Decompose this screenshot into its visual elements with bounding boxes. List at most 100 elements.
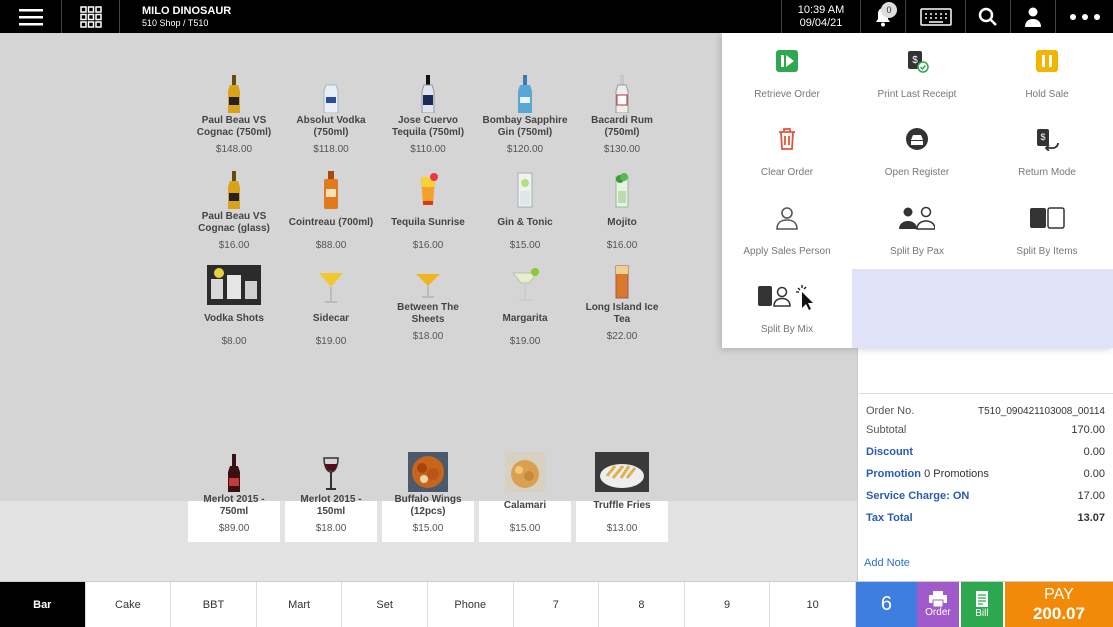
- cognac-bottle-icon: [228, 171, 240, 209]
- keyboard-icon: [919, 7, 952, 26]
- tax-total-row: Tax Total 13.07: [866, 512, 1105, 524]
- product-tile[interactable]: Merlot 2015 - 750ml $89.00: [188, 450, 280, 534]
- add-note-link[interactable]: Add Note: [864, 557, 910, 569]
- keyboard-button[interactable]: [906, 0, 966, 33]
- discount-row[interactable]: Discount 0.00: [858, 441, 1113, 463]
- printer-icon: [928, 591, 947, 607]
- bottom-bar: Bar Cake BBT Mart Set Phone 7 8 9 10 6 O…: [0, 581, 1113, 627]
- product-tile[interactable]: Mojito $16.00: [576, 167, 668, 251]
- more-actions-menu: Retrieve Order $ Print Last Receipt Hold…: [722, 33, 1113, 348]
- martini-icon: [416, 274, 440, 298]
- order-button[interactable]: Order: [916, 582, 959, 627]
- product-tile[interactable]: Truffle Fries $13.00: [576, 450, 668, 534]
- apps-grid-button[interactable]: [62, 0, 120, 33]
- service-charge-row[interactable]: Service Charge: ON 17.00: [858, 485, 1113, 507]
- split-mix-icon: [758, 285, 813, 310]
- retrieve-order-icon: [776, 50, 798, 72]
- quantity-button[interactable]: 6: [855, 582, 917, 627]
- date-text: 09/04/21: [799, 16, 843, 29]
- user-name: MILO DINOSAUR: [142, 5, 232, 17]
- subtotal-row: Subtotal 170.00: [866, 424, 1105, 436]
- wine-glass-icon: [323, 457, 339, 490]
- order-items-list[interactable]: [858, 348, 1113, 394]
- cocktail-icon: [421, 173, 438, 205]
- category-tab-set[interactable]: Set: [342, 582, 428, 627]
- category-tab-10[interactable]: 10: [770, 582, 856, 627]
- category-tab-cake[interactable]: Cake: [86, 582, 172, 627]
- top-bar: MILO DINOSAUR 510 Shop / T510 10:39 AM 0…: [0, 0, 1113, 33]
- product-tile[interactable]: Merlot 2015 - 150ml $18.00: [285, 450, 377, 534]
- user-icon: [1025, 7, 1041, 27]
- bill-button[interactable]: Bill: [958, 582, 1003, 627]
- cointreau-bottle-icon: [324, 171, 338, 209]
- product-tile[interactable]: Sidecar $19.00: [285, 263, 377, 347]
- product-tile[interactable]: Absolut Vodka (750ml) $118.00: [285, 71, 377, 155]
- split-by-pax-button[interactable]: Split By Pax: [852, 198, 982, 276]
- highball-icon: [517, 172, 533, 208]
- category-tab-bbt[interactable]: BBT: [171, 582, 257, 627]
- category-tab-7[interactable]: 7: [514, 582, 600, 627]
- category-tab-9[interactable]: 9: [685, 582, 771, 627]
- shots-photo: [207, 265, 261, 305]
- wings-photo: [408, 452, 448, 492]
- hamburger-menu-button[interactable]: [0, 0, 62, 33]
- product-tile[interactable]: Gin & Tonic $15.00: [479, 167, 571, 251]
- retrieve-order-button[interactable]: Retrieve Order: [722, 41, 852, 119]
- more-dots-icon: [1069, 13, 1100, 20]
- mojito-icon: [615, 173, 629, 208]
- grid-icon: [79, 5, 102, 28]
- martini-icon: [319, 273, 343, 303]
- clear-order-button[interactable]: Clear Order: [722, 119, 852, 197]
- product-tile[interactable]: Bombay Sapphire Gin (750ml) $120.00: [479, 71, 571, 155]
- product-tile[interactable]: Calamari $15.00: [479, 450, 571, 534]
- account-button[interactable]: [1011, 0, 1056, 33]
- print-last-receipt-button[interactable]: $ Print Last Receipt: [852, 41, 982, 119]
- split-by-mix-button[interactable]: Split By Mix: [722, 276, 852, 354]
- category-tab-phone[interactable]: Phone: [428, 582, 514, 627]
- split-by-items-button[interactable]: Split By Items: [982, 198, 1112, 276]
- hold-sale-button[interactable]: Hold Sale: [982, 41, 1112, 119]
- person-icon: [776, 207, 798, 230]
- rum-bottle-icon: [615, 75, 629, 113]
- pay-button[interactable]: PAY 200.07: [1002, 582, 1113, 627]
- category-tab-8[interactable]: 8: [599, 582, 685, 627]
- search-button[interactable]: [966, 0, 1011, 33]
- bill-icon: [975, 591, 988, 607]
- cognac-bottle-icon: [228, 75, 240, 113]
- category-tab-bar[interactable]: Bar: [0, 582, 86, 627]
- product-tile[interactable]: Buffalo Wings (12pcs) $15.00: [382, 450, 474, 534]
- product-tile[interactable]: Tequila Sunrise $16.00: [382, 167, 474, 251]
- promotion-row[interactable]: Promotion 0 Promotions 0.00: [858, 463, 1113, 485]
- split-items-icon: [1030, 207, 1065, 229]
- svg-text:$: $: [912, 55, 918, 66]
- open-register-button[interactable]: Open Register: [852, 119, 982, 197]
- category-tab-mart[interactable]: Mart: [257, 582, 343, 627]
- product-tile[interactable]: Paul Beau VS Cognac (750ml) $148.00: [188, 71, 280, 155]
- product-tile[interactable]: Vodka Shots $8.00: [188, 263, 280, 347]
- order-panel: Order No. T510_090421103008_00114 Subtot…: [857, 348, 1113, 581]
- svg-text:$: $: [1040, 132, 1045, 142]
- return-mode-button[interactable]: $ Return Mode: [982, 119, 1112, 197]
- shop-name: 510 Shop / T510: [142, 18, 209, 28]
- product-tile[interactable]: Jose Cuervo Tequila (750ml) $110.00: [382, 71, 474, 155]
- product-tile[interactable]: Long Island Ice Tea $22.00: [576, 258, 668, 342]
- register-icon: [906, 128, 928, 150]
- print-receipt-icon: $: [908, 51, 929, 73]
- search-icon: [978, 7, 997, 26]
- product-tile[interactable]: Bacardi Rum (750ml) $130.00: [576, 71, 668, 155]
- product-tile[interactable]: Cointreau (700ml) $88.00: [285, 167, 377, 251]
- more-button[interactable]: [1056, 0, 1113, 33]
- gin-bottle-icon: [518, 75, 532, 113]
- product-tile[interactable]: Between The Sheets $18.00: [382, 258, 474, 342]
- apply-sales-person-button[interactable]: Apply Sales Person: [722, 198, 852, 276]
- menu-empty-cell: [852, 269, 1113, 348]
- notifications-button[interactable]: 0: [861, 0, 906, 33]
- user-info: MILO DINOSAUR 510 Shop / T510: [120, 0, 781, 33]
- product-tile[interactable]: Margarita $19.00: [479, 263, 571, 347]
- hamburger-icon: [18, 8, 43, 25]
- time-text: 10:39 AM: [797, 3, 845, 16]
- product-tile[interactable]: Paul Beau VS Cognac (glass) $16.00: [188, 167, 280, 251]
- calamari-photo: [505, 452, 545, 492]
- hold-sale-icon: [1036, 50, 1058, 72]
- trash-icon: [779, 128, 795, 150]
